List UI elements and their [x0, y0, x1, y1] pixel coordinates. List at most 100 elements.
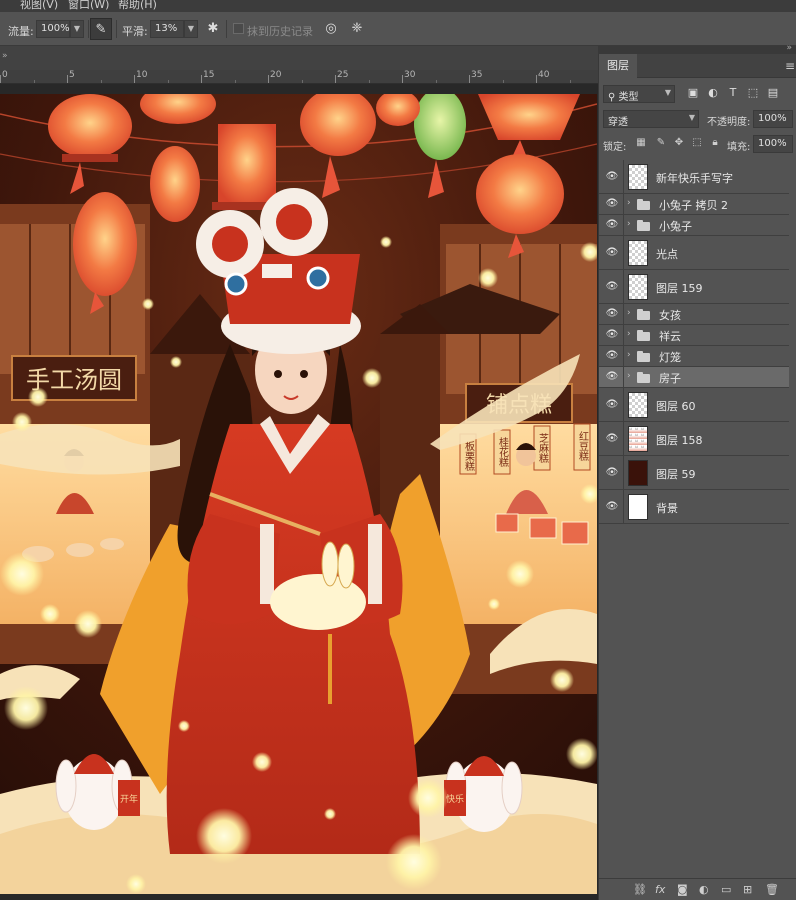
folder-icon: [637, 372, 650, 383]
smooth-input[interactable]: 13%: [150, 20, 184, 38]
smooth-dropdown[interactable]: ▼: [184, 20, 198, 38]
chevron-right-icon[interactable]: ›: [627, 219, 631, 229]
fill-input[interactable]: 100%: [753, 135, 793, 153]
eye-icon[interactable]: 👁︎: [605, 246, 619, 260]
mask-icon[interactable]: ◙: [677, 883, 688, 896]
divider: [116, 20, 117, 38]
eye-icon[interactable]: 👁︎: [605, 500, 619, 514]
lock-image-icon[interactable]: ✎: [655, 137, 667, 149]
layer-thumbnail: [628, 240, 648, 266]
layer-row[interactable]: 👁︎ 图层 158: [599, 422, 789, 456]
layer-name: 房子: [659, 372, 681, 385]
eye-icon[interactable]: 👁︎: [605, 197, 619, 211]
chevron-right-icon[interactable]: ›: [627, 198, 631, 208]
lock-position-icon[interactable]: ✥: [673, 137, 685, 149]
blend-mode-value: 穿透: [608, 117, 628, 128]
layer-row[interactable]: 👁︎ 图层 159: [599, 270, 789, 304]
filter-type-icon[interactable]: T: [725, 85, 741, 101]
menu-bar: 视图(V) 窗口(W) 帮助(H): [0, 0, 796, 12]
layer-name: 灯笼: [659, 351, 681, 364]
collapse-arrows-icon[interactable]: »: [2, 51, 8, 61]
layer-group-row[interactable]: 👁︎ › 女孩: [599, 304, 789, 325]
blend-mode-select[interactable]: 穿透 ▼: [603, 110, 699, 128]
lock-label: 锁定:: [603, 142, 627, 153]
menu-window[interactable]: 窗口(W): [68, 0, 109, 12]
layer-group-row[interactable]: 👁︎ › 灯笼: [599, 346, 789, 367]
banner-text: 红豆糕: [577, 430, 589, 462]
new-group-icon[interactable]: ▭: [721, 883, 731, 896]
menu-view[interactable]: 视图(V): [20, 0, 58, 12]
layers-panel-tabs: 图层 ≡: [599, 54, 796, 78]
link-icon[interactable]: ⛓: [633, 883, 647, 896]
adjustment-layer-icon[interactable]: ◐: [699, 883, 709, 896]
pressure-icon[interactable]: ◎: [320, 18, 342, 40]
eye-icon[interactable]: 👁︎: [605, 432, 619, 446]
layer-row[interactable]: 👁︎ 光点: [599, 236, 789, 270]
eye-icon[interactable]: 👁︎: [605, 280, 619, 294]
lock-transparent-icon[interactable]: ▦: [635, 137, 647, 149]
divider: [623, 346, 624, 366]
fx-icon[interactable]: fx: [655, 883, 665, 896]
layer-group-row[interactable]: 👁︎ › 小兔子 拷贝 2: [599, 194, 789, 215]
filter-smartobject-icon[interactable]: ▤: [765, 85, 781, 101]
flow-dropdown[interactable]: ▼: [70, 20, 84, 38]
layer-filter-select[interactable]: ⚲ 类型 ▼: [603, 85, 675, 103]
menu-help[interactable]: 帮助(H): [118, 0, 157, 12]
chevron-right-icon[interactable]: ›: [627, 371, 631, 381]
chevron-right-icon[interactable]: ›: [627, 308, 631, 318]
layer-group-row[interactable]: 👁︎ › 祥云: [599, 325, 789, 346]
lock-all-icon[interactable]: 🔒︎: [709, 137, 721, 149]
filter-shape-icon[interactable]: ⬚: [745, 85, 761, 101]
layer-group-row[interactable]: 👁︎ › 小兔子: [599, 215, 789, 236]
new-layer-icon[interactable]: ⊞: [743, 883, 752, 896]
folder-icon: [637, 330, 650, 341]
eye-icon[interactable]: 👁︎: [605, 466, 619, 480]
ruler-label: 0: [2, 70, 8, 80]
filter-pixel-icon[interactable]: ▣: [685, 85, 701, 101]
filter-adjustment-icon[interactable]: ◐: [705, 85, 721, 101]
layer-row[interactable]: 👁︎ 图层 60: [599, 388, 789, 422]
eye-icon[interactable]: 👁︎: [605, 370, 619, 384]
gear-icon[interactable]: ✱: [202, 18, 224, 40]
panel-header-strip: »: [598, 43, 796, 54]
opacity-input[interactable]: 100%: [753, 110, 793, 128]
eye-icon[interactable]: 👁︎: [605, 307, 619, 321]
chevron-right-icon[interactable]: ›: [627, 329, 631, 339]
layer-thumbnail: [628, 494, 648, 520]
options-bar: 流量: 100% ▼ ✎ 平滑: 13% ▼ ✱ 抹到历史记录 ◎ ❈: [0, 12, 796, 46]
canvas-area[interactable]: 手工汤圆 铺点糕 板栗糕 桂花糕 芝麻糕 红豆糕: [0, 84, 598, 900]
folder-icon: [637, 220, 650, 231]
eye-icon[interactable]: 👁︎: [605, 170, 619, 184]
divider: [623, 490, 624, 523]
rabbit-left-tag: 开年: [120, 793, 138, 805]
lock-artboard-icon[interactable]: ⬚: [691, 137, 703, 149]
tab-layers[interactable]: 图层: [599, 54, 637, 78]
eye-icon[interactable]: 👁︎: [605, 328, 619, 342]
chevron-right-icon[interactable]: ›: [627, 350, 631, 360]
layer-name: 小兔子: [659, 220, 692, 233]
eye-icon[interactable]: 👁︎: [605, 398, 619, 412]
erase-history-checkbox[interactable]: [233, 23, 244, 34]
eye-icon[interactable]: 👁︎: [605, 218, 619, 232]
divider: [623, 270, 624, 303]
airbrush-icon[interactable]: ✎: [90, 18, 112, 40]
layer-row[interactable]: 👁︎ 背景: [599, 490, 789, 524]
layer-group-row-selected[interactable]: 👁︎ › 房子: [599, 367, 789, 388]
layer-thumbnail: [628, 164, 648, 190]
folder-icon: [637, 199, 650, 210]
collapse-panel-icon[interactable]: »: [786, 43, 792, 53]
layer-name: 图层 59: [656, 468, 696, 481]
divider: [623, 160, 624, 193]
trash-icon[interactable]: 🗑︎: [765, 883, 779, 896]
eye-icon[interactable]: 👁︎: [605, 349, 619, 363]
artwork-canvas[interactable]: 手工汤圆 铺点糕 板栗糕 桂花糕 芝麻糕 红豆糕: [0, 94, 597, 894]
filter-kind-value: 类型: [618, 92, 639, 103]
divider: [623, 325, 624, 345]
panel-menu-icon[interactable]: ≡: [785, 59, 795, 73]
symmetry-icon[interactable]: ❈: [346, 18, 368, 40]
layer-row[interactable]: 👁︎ 新年快乐手写字: [599, 160, 789, 194]
erase-history-label: 抹到历史记录: [247, 25, 313, 38]
divider: [88, 20, 89, 38]
layer-row[interactable]: 👁︎ 图层 59: [599, 456, 789, 490]
flow-input[interactable]: 100%: [36, 20, 70, 38]
